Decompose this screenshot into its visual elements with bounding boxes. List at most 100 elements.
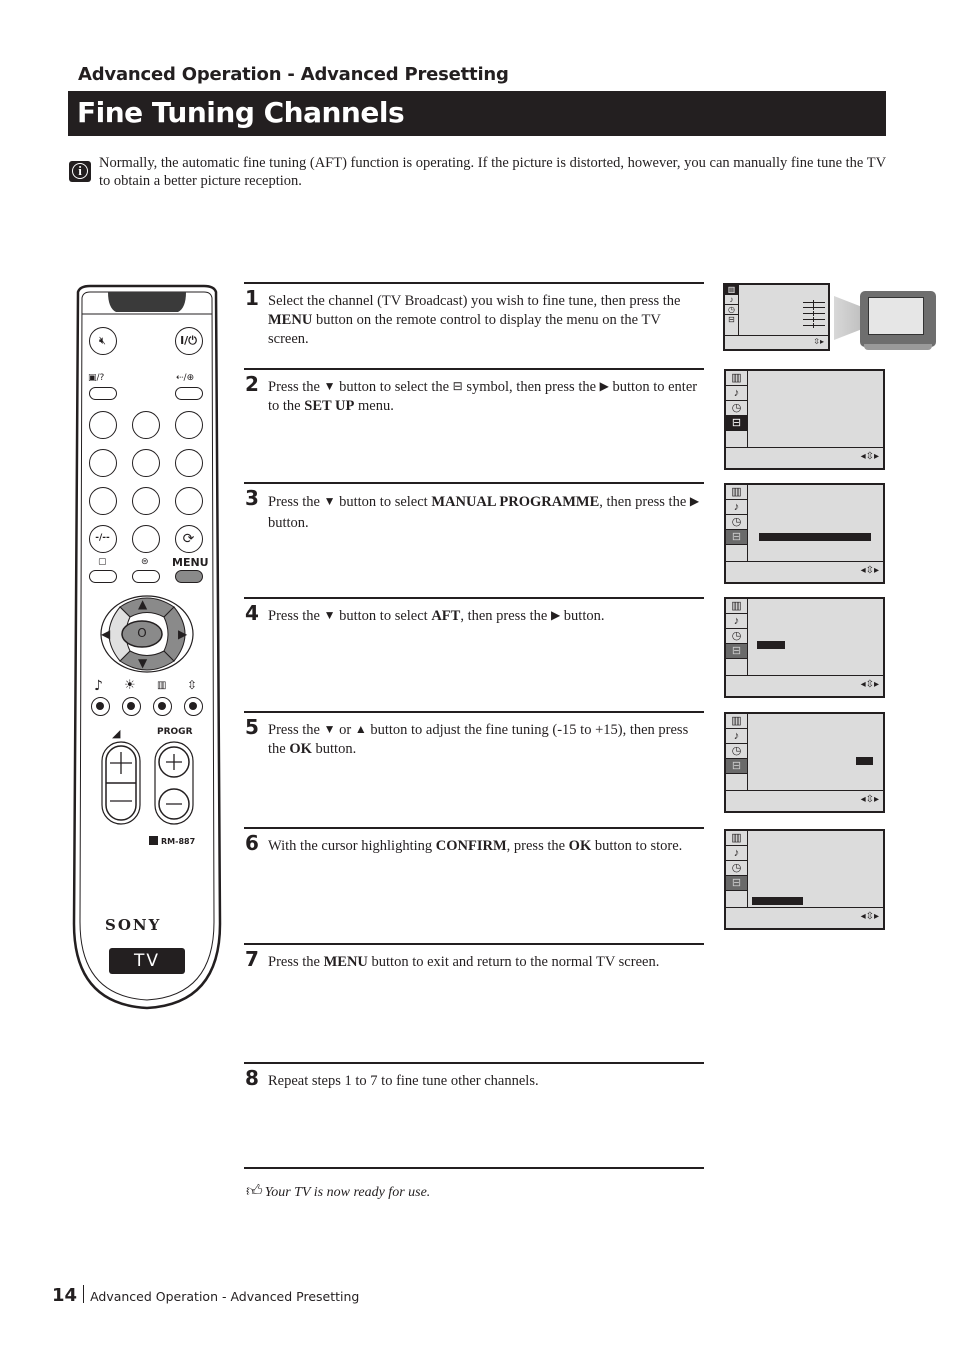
sound-icon: ♪ — [726, 500, 747, 515]
setup-icon: ⊟ — [726, 416, 747, 431]
step-number: 2 — [245, 372, 259, 396]
tv-mode-icon: ▢ — [98, 557, 107, 567]
timer-icon: ◷ — [726, 629, 747, 644]
volume-down-button[interactable] — [106, 783, 136, 820]
down-arrow-icon: ▼ — [323, 722, 336, 736]
page-title-bar: Fine Tuning Channels — [68, 91, 886, 136]
set-up-icon: ⊟ — [452, 379, 463, 393]
step-text: Repeat steps 1 to 7 to fine tune other c… — [268, 1073, 539, 1089]
step-number: 3 — [245, 486, 259, 510]
navigation-icon: ◂⇳▸ — [860, 679, 879, 690]
picture-icon: ▥ — [726, 371, 747, 386]
section-heading: Advanced Operation - Advanced Presetting — [78, 64, 509, 85]
picture-mode-button[interactable] — [122, 697, 141, 716]
step-1: 1 Select the channel (TV Broadcast) you … — [244, 282, 704, 368]
navigation-icon: ◂⇳▸ — [860, 794, 879, 805]
teletext-info-button[interactable] — [89, 387, 117, 400]
tv-set-illustration — [860, 291, 936, 350]
volume-icon: ◢ — [112, 727, 121, 740]
intro-text: Normally, the automatic fine tuning (AFT… — [99, 155, 886, 189]
setup-icon: ⊟ — [726, 876, 747, 891]
number-button-8[interactable] — [132, 487, 160, 515]
picture-slider — [803, 305, 825, 310]
step-number: 8 — [245, 1066, 259, 1090]
end-divider — [244, 1167, 704, 1169]
ok-button[interactable]: O — [132, 626, 152, 640]
number-button-9[interactable] — [175, 487, 203, 515]
number-button-1[interactable] — [89, 411, 117, 439]
input-select-button[interactable] — [175, 387, 203, 400]
step-text: Press the ▼ button to select MANUAL PROG… — [268, 492, 704, 534]
down-arrow-icon: ▼ — [323, 608, 336, 622]
program-up-button[interactable] — [159, 747, 189, 777]
timer-icon: ◷ — [726, 861, 747, 876]
tv-mode-button[interactable] — [89, 570, 117, 583]
screen-format-button[interactable] — [184, 697, 203, 716]
step-number: 7 — [245, 947, 259, 971]
step-text: Select the channel (TV Broadcast) you wi… — [268, 293, 681, 347]
menu-button[interactable] — [175, 570, 203, 583]
picture-icon: ▥ — [726, 485, 747, 500]
step-2: 2 Press the ▼ button to select the ⊟ sym… — [244, 368, 704, 482]
power-button[interactable]: I/⏻ — [175, 327, 203, 355]
confirm-highlight — [752, 897, 803, 905]
picture-icon: ▥ — [726, 599, 747, 614]
input-select-icon: ⇠/⊕ — [176, 373, 195, 383]
number-button-5[interactable] — [132, 449, 160, 477]
step-3: 3 Press the ▼ button to select MANUAL PR… — [244, 482, 704, 597]
number-button-6[interactable] — [175, 449, 203, 477]
number-button-2[interactable] — [132, 411, 160, 439]
timer-icon: ◷ — [726, 515, 747, 530]
step-number: 6 — [245, 831, 259, 855]
teletext-mode-button[interactable] — [153, 697, 172, 716]
picture-slider — [803, 317, 825, 322]
step-number: 4 — [245, 601, 259, 625]
picture-slider — [803, 300, 825, 305]
step-number: 5 — [245, 715, 259, 739]
navigation-icon: ◂⇳▸ — [860, 911, 879, 922]
sound-icon: ♪ — [726, 846, 747, 861]
thumbs-up-icon: 👍︎ — [246, 1183, 263, 1200]
picture-mode-icon: ☀ — [124, 678, 136, 693]
menu-screen-3: ▥ ♪ ◷ ⊟ ◂⇳▸ — [724, 483, 885, 584]
number-button-0[interactable] — [132, 525, 160, 553]
manual-programme-highlight — [759, 533, 871, 541]
menu-label: MENU — [172, 556, 209, 569]
number-button-7[interactable] — [89, 487, 117, 515]
volume-up-button[interactable] — [106, 746, 136, 783]
number-button-4[interactable] — [89, 449, 117, 477]
page-number: 14 — [52, 1285, 78, 1306]
timer-icon: ◷ — [726, 401, 747, 416]
right-arrow-button[interactable]: ▶ — [178, 627, 187, 641]
menu-screen-4: ▥ ♪ ◷ ⊟ ◂⇳▸ — [724, 597, 885, 698]
right-arrow-icon: ▶ — [599, 379, 609, 393]
tv-badge: TV — [109, 948, 185, 974]
sound-mode-button[interactable] — [91, 697, 110, 716]
down-arrow-button[interactable]: ▼ — [138, 656, 147, 670]
remote-control: 🔇︎ I/⏻ ▣/? ⇠/⊕ -/-- ⟳ ▢ ⊜ MENU ▲ ▼ ◀ ▶ O… — [68, 284, 226, 1011]
progr-label: PROGR — [157, 727, 193, 737]
program-down-button[interactable] — [159, 789, 189, 819]
footer-section: Advanced Operation - Advanced Presetting — [90, 1289, 360, 1304]
teletext-button[interactable] — [132, 570, 160, 583]
up-arrow-button[interactable]: ▲ — [138, 597, 147, 611]
sound-icon: ♪ — [726, 386, 747, 401]
tip: 👍︎ Your TV is now ready for use. — [246, 1183, 431, 1200]
menu-screen-5: ▥ ♪ ◷ ⊟ ◂⇳▸ — [724, 712, 885, 813]
number-button-3[interactable] — [175, 411, 203, 439]
brand-logo: SONY — [105, 916, 162, 934]
step-number: 1 — [245, 286, 259, 310]
mute-button[interactable]: 🔇︎ — [89, 327, 117, 355]
step-text: Press the MENU button to exit and return… — [268, 954, 660, 970]
previous-channel-button[interactable]: ⟳ — [175, 525, 203, 553]
menu-screen-1: ▥ ♪ ◷ ⊟ ⇳▸ — [723, 283, 830, 351]
step-text: With the cursor highlighting CONFIRM, pr… — [268, 838, 683, 854]
picture-icon: ▥ — [726, 831, 747, 846]
step-text: Press the ▼ button to select the ⊟ symbo… — [268, 379, 698, 414]
double-digit-button[interactable]: -/-- — [89, 525, 117, 553]
down-arrow-icon: ▼ — [323, 379, 336, 393]
step-6: 6 With the cursor highlighting CONFIRM, … — [244, 827, 704, 943]
picture-icon: ▥ — [726, 714, 747, 729]
left-arrow-button[interactable]: ◀ — [101, 627, 110, 641]
step-8: 8 Repeat steps 1 to 7 to fine tune other… — [244, 1062, 704, 1168]
